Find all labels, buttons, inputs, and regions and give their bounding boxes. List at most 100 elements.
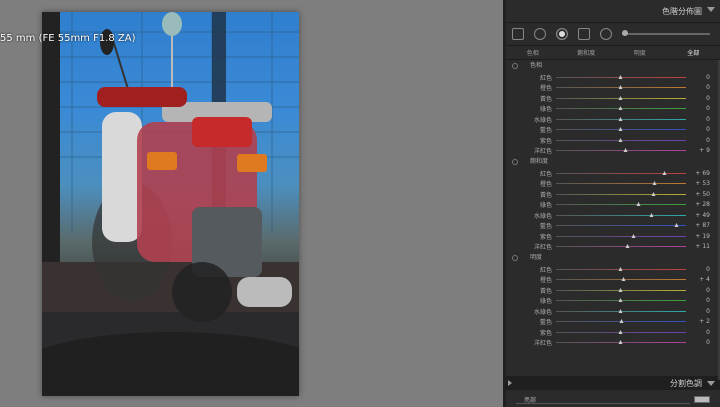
slider-value[interactable]: 0: [686, 116, 710, 123]
slider-thumb[interactable]: [618, 266, 623, 271]
targeted-adjustment-icon[interactable]: [512, 159, 518, 165]
slider-thumb[interactable]: [618, 106, 623, 111]
tab-2[interactable]: 明度: [613, 48, 667, 57]
slider-value[interactable]: + 28: [686, 201, 710, 208]
slider-thumb[interactable]: [662, 170, 667, 175]
slider-track[interactable]: [556, 106, 686, 111]
slider-thumb[interactable]: [618, 85, 623, 90]
adjustment-brush-slider[interactable]: [622, 30, 710, 36]
slider-track[interactable]: [556, 95, 686, 100]
slider-value[interactable]: + 49: [686, 212, 710, 219]
slider-track[interactable]: [556, 137, 686, 142]
slider-value[interactable]: 0: [686, 126, 710, 133]
tab-0[interactable]: 色相: [506, 48, 560, 57]
split-toning-header[interactable]: 分割色調: [506, 376, 720, 390]
slider-value[interactable]: 0: [686, 308, 710, 315]
slider-row: 水綠色 0: [506, 114, 720, 125]
tab-1[interactable]: 飽和度: [560, 48, 614, 57]
slider-track[interactable]: [556, 319, 686, 324]
slider-thumb[interactable]: [618, 116, 623, 121]
slider-track[interactable]: [556, 116, 686, 121]
expand-triangle-icon[interactable]: [508, 380, 512, 386]
slider-label: 黃色: [539, 191, 552, 199]
slider-thumb[interactable]: [618, 287, 623, 292]
slider-track[interactable]: [556, 277, 686, 282]
graduated-filter-icon[interactable]: [578, 28, 590, 40]
slider-thumb[interactable]: [618, 308, 623, 313]
slider-label: 黃色: [539, 287, 552, 295]
slider-value[interactable]: + 4: [686, 276, 710, 283]
slider-track[interactable]: [556, 212, 686, 217]
slider-row: 藍色 0: [506, 125, 720, 136]
slider-thumb[interactable]: [631, 233, 636, 238]
slider-value[interactable]: + 11: [686, 243, 710, 250]
slider-track[interactable]: [556, 340, 686, 345]
slider-thumb[interactable]: [621, 277, 626, 282]
slider-thumb[interactable]: [618, 340, 623, 345]
slider-track[interactable]: [556, 170, 686, 175]
targeted-adjustment-icon[interactable]: [512, 255, 518, 261]
slider-track[interactable]: [556, 298, 686, 303]
slider-track[interactable]: [556, 74, 686, 79]
crop-icon[interactable]: [534, 28, 546, 40]
grid-overlay-icon[interactable]: [512, 28, 524, 40]
slider-thumb[interactable]: [623, 148, 628, 153]
slider-thumb[interactable]: [652, 181, 657, 186]
slider-track[interactable]: [556, 244, 686, 249]
slider-value[interactable]: + 19: [686, 233, 710, 240]
slider-value[interactable]: 0: [686, 287, 710, 294]
slider-thumb[interactable]: [618, 95, 623, 100]
spot-removal-icon[interactable]: [556, 28, 568, 40]
histogram-header[interactable]: 色階分佈圖: [506, 0, 720, 22]
slider-value[interactable]: + 69: [686, 170, 710, 177]
slider-track[interactable]: [556, 85, 686, 90]
photo[interactable]: [42, 12, 299, 396]
highlights-track[interactable]: [516, 403, 690, 404]
slider-value[interactable]: + 50: [686, 191, 710, 198]
slider-track[interactable]: [556, 148, 686, 153]
slider-value[interactable]: 0: [686, 105, 710, 112]
slider-thumb[interactable]: [636, 202, 641, 207]
highlights-color-swatch[interactable]: [694, 396, 710, 403]
slider-thumb[interactable]: [674, 223, 679, 228]
slider-thumb[interactable]: [618, 298, 623, 303]
slider-value[interactable]: 0: [686, 84, 710, 91]
slider-value[interactable]: 0: [686, 74, 710, 81]
targeted-adjustment-icon[interactable]: [512, 63, 518, 69]
tab-3[interactable]: 全部: [667, 48, 720, 57]
slider-value[interactable]: 0: [686, 339, 710, 346]
slider-thumb[interactable]: [625, 244, 629, 249]
slider-thumb[interactable]: [618, 329, 623, 334]
slider-value[interactable]: 0: [686, 297, 710, 304]
slider-track[interactable]: [556, 329, 686, 334]
collapse-triangle-icon[interactable]: [707, 7, 715, 12]
slider-value[interactable]: 0: [686, 329, 710, 336]
slider-track[interactable]: [556, 127, 686, 132]
slider-value[interactable]: 0: [686, 95, 710, 102]
radial-filter-icon[interactable]: [600, 28, 612, 40]
slider-track[interactable]: [556, 308, 686, 313]
slider-value[interactable]: + 9: [686, 147, 710, 154]
slider-label: 藍色: [539, 223, 552, 231]
slider-thumb[interactable]: [618, 74, 623, 79]
slider-track[interactable]: [556, 191, 686, 196]
slider-track[interactable]: [556, 223, 686, 228]
slider-value[interactable]: + 87: [686, 222, 710, 229]
slider-value[interactable]: 0: [686, 137, 710, 144]
slider-thumb[interactable]: [618, 137, 623, 142]
slider-track[interactable]: [556, 287, 686, 292]
slider-thumb[interactable]: [618, 127, 623, 132]
slider-track[interactable]: [556, 202, 686, 207]
slider-thumb[interactable]: [651, 191, 655, 196]
collapse-triangle-icon[interactable]: [707, 381, 715, 386]
slider-track[interactable]: [556, 266, 686, 271]
slider-track[interactable]: [556, 233, 686, 238]
slider-value[interactable]: + 2: [686, 318, 710, 325]
slider-label: 水綠色: [533, 116, 552, 124]
slider-thumb[interactable]: [649, 212, 654, 217]
slider-thumb[interactable]: [619, 319, 624, 324]
slider-value[interactable]: + 53: [686, 180, 710, 187]
slider-track[interactable]: [556, 181, 686, 186]
slider-value[interactable]: 0: [686, 266, 710, 273]
lens-info-overlay: 55 mm (FE 55mm F1.8 ZA): [0, 33, 136, 44]
